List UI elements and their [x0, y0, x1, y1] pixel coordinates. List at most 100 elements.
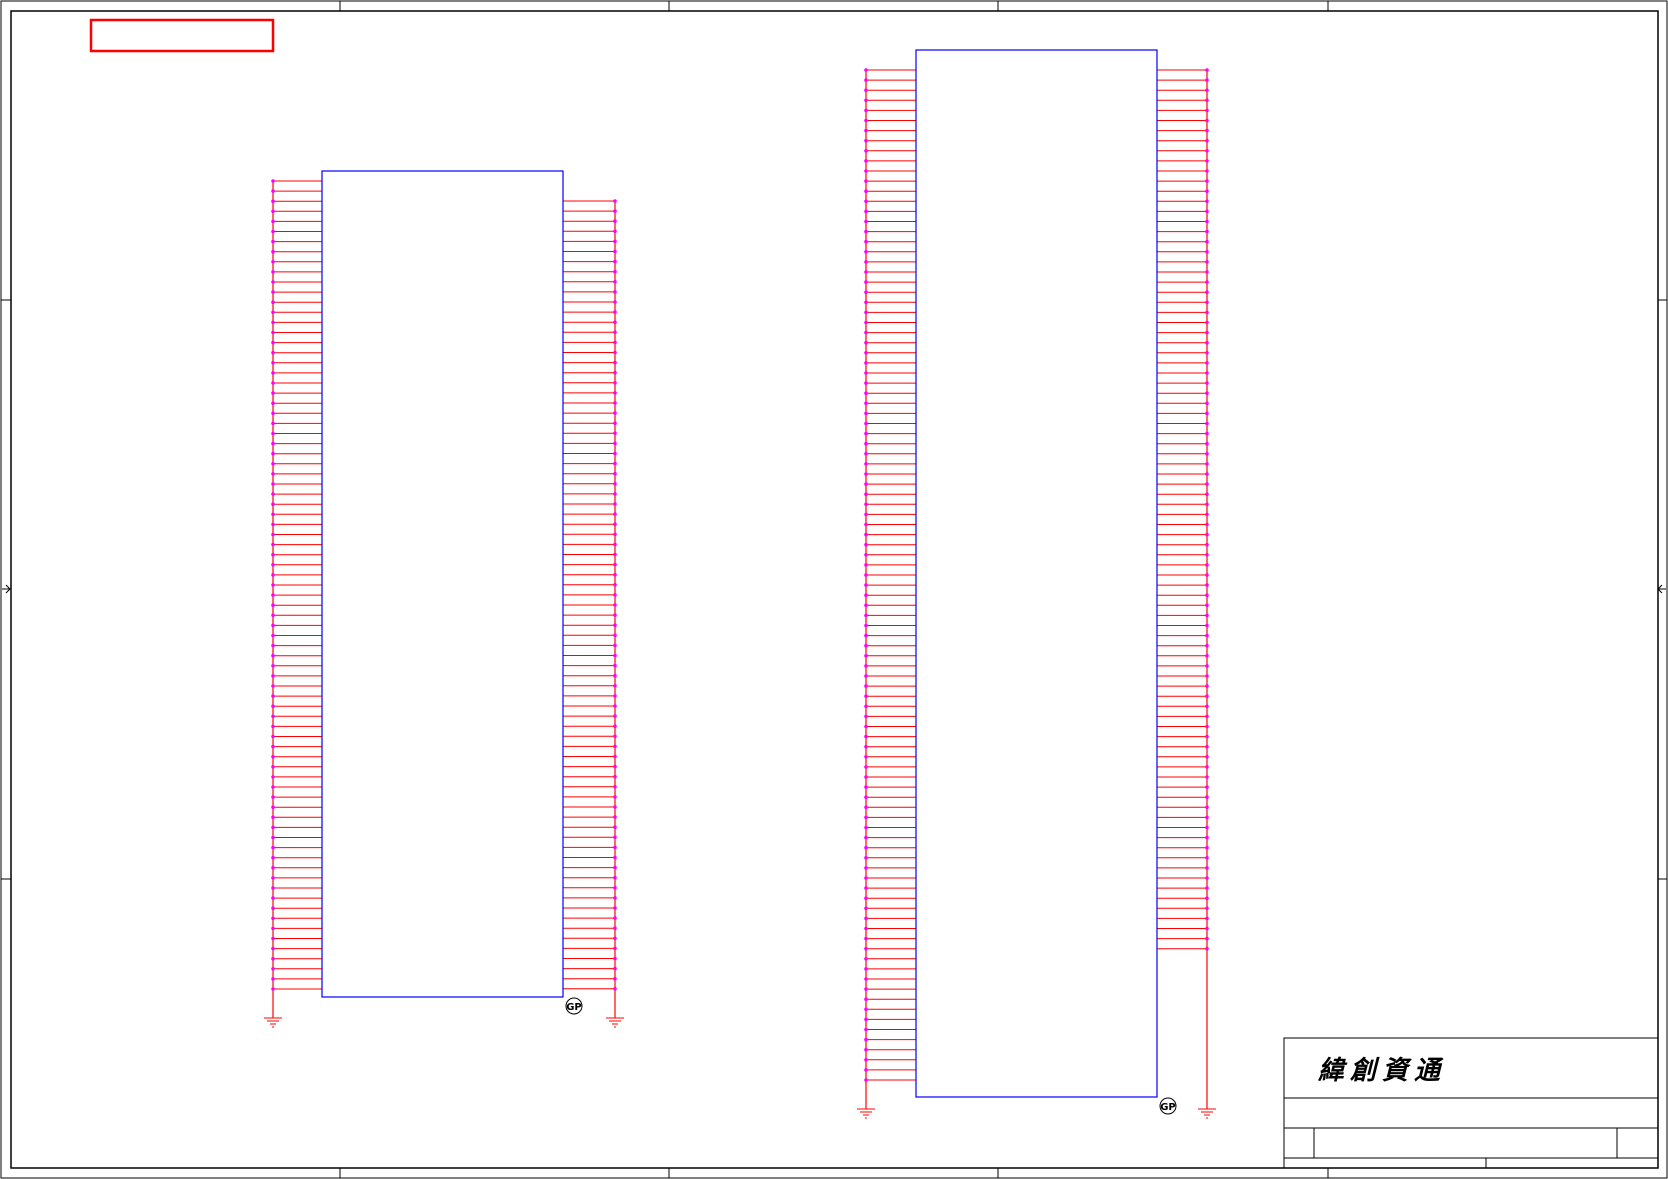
- pin-dot: [864, 704, 868, 709]
- pin-dot: [613, 926, 617, 930]
- pin-dot: [271, 754, 275, 759]
- pin-dot: [271, 573, 275, 577]
- pin-dot: [271, 664, 275, 668]
- pin-dot: [613, 502, 617, 506]
- pin-dot: [1205, 361, 1209, 365]
- pin-dot: [1205, 219, 1209, 224]
- pin-dot: [271, 563, 275, 567]
- pin-dot: [271, 795, 275, 799]
- pin-dot: [271, 835, 275, 840]
- pin-dot: [1205, 340, 1209, 345]
- pin-dot: [864, 300, 868, 305]
- pin-dot: [1205, 502, 1209, 507]
- pin-dot: [613, 583, 617, 587]
- pin-dot: [271, 785, 275, 789]
- pin-dot: [1205, 613, 1209, 618]
- pin-dot: [864, 674, 868, 678]
- pin-dot: [1205, 765, 1209, 769]
- pin-dot: [271, 512, 275, 517]
- pin-dot: [613, 815, 617, 819]
- pin-dot: [1205, 431, 1209, 436]
- pin-dot: [864, 593, 868, 597]
- pin-dot: [613, 744, 617, 749]
- pin-dot: [613, 451, 617, 456]
- pin-dot: [271, 310, 275, 315]
- pin-dot: [864, 502, 868, 507]
- pin-dot: [613, 987, 617, 991]
- pin-dot: [271, 189, 275, 193]
- pin-dot: [864, 219, 868, 224]
- pin-dot: [864, 936, 868, 941]
- pin-dot: [271, 209, 275, 214]
- pin-dot: [1205, 300, 1209, 305]
- pin-dot: [1205, 169, 1209, 173]
- pin-dot: [1205, 421, 1209, 426]
- ground-icon: [264, 1017, 282, 1028]
- pin-dot: [1205, 643, 1209, 648]
- pin-dot: [1205, 138, 1209, 143]
- pin-dot: [613, 886, 617, 890]
- pin-dot: [271, 714, 275, 719]
- gp-marker-icon: GP: [1159, 1097, 1177, 1115]
- pin-dot: [864, 98, 868, 103]
- pin-dot: [1205, 371, 1209, 375]
- pin-dot: [864, 421, 868, 426]
- pin-dot: [271, 249, 275, 254]
- pin-dot: [1205, 835, 1209, 840]
- pin-dot: [1205, 401, 1209, 406]
- pin-dot: [613, 603, 617, 607]
- pin-dot: [1205, 896, 1209, 900]
- pin-dot: [613, 421, 617, 426]
- pin-dot: [613, 865, 617, 870]
- pin-dot: [1205, 856, 1209, 860]
- pin-dot: [864, 189, 868, 193]
- pin-dot: [1205, 563, 1209, 567]
- pin-dot: [1205, 936, 1209, 941]
- pin-dot: [864, 68, 868, 72]
- pin-dot: [1205, 603, 1209, 608]
- pin-dot: [864, 1027, 868, 1032]
- pin-dot: [613, 370, 617, 375]
- pin-dot: [1205, 633, 1209, 638]
- right-pin-array: [1157, 68, 1209, 1109]
- pin-dot: [864, 1078, 868, 1082]
- pin-dot: [864, 845, 868, 850]
- pin-dot: [864, 472, 868, 476]
- pin-dot: [1205, 462, 1209, 466]
- pin-dot: [271, 775, 275, 779]
- ground-icon: [1198, 1108, 1216, 1119]
- pin-dot: [613, 673, 617, 678]
- pin-dot: [864, 795, 868, 799]
- pin-dot: [1205, 351, 1209, 355]
- pin-dot: [1205, 714, 1209, 719]
- pin-dot: [271, 805, 275, 809]
- pin-dot: [271, 906, 275, 910]
- pin-dot: [613, 825, 617, 829]
- pin-dot: [271, 916, 275, 921]
- pin-dot: [864, 1007, 868, 1012]
- pin-dot: [271, 381, 275, 385]
- pin-dot: [613, 613, 617, 617]
- pin-dot: [864, 815, 868, 820]
- pin-dot: [864, 573, 868, 577]
- pin-dot: [864, 78, 868, 82]
- pin-dot: [613, 694, 617, 698]
- svg-text:GP: GP: [1160, 1102, 1176, 1113]
- pin-dot: [864, 967, 868, 971]
- pin-dot: [864, 229, 868, 234]
- pin-dot: [864, 482, 868, 486]
- pin-dot: [271, 946, 275, 951]
- pin-dot: [1205, 916, 1209, 921]
- pin-dot: [271, 431, 275, 436]
- pin-dot: [864, 886, 868, 890]
- pin-dot: [864, 351, 868, 355]
- highlight-box: [89, 18, 275, 53]
- pin-dot: [1205, 704, 1209, 709]
- pin-dot: [864, 532, 868, 537]
- pin-dot: [864, 320, 868, 325]
- pin-dot: [271, 744, 275, 749]
- pin-dot: [271, 936, 275, 941]
- pin-dot: [1205, 310, 1209, 315]
- pin-dot: [864, 199, 868, 204]
- pin-dot: [1205, 179, 1209, 183]
